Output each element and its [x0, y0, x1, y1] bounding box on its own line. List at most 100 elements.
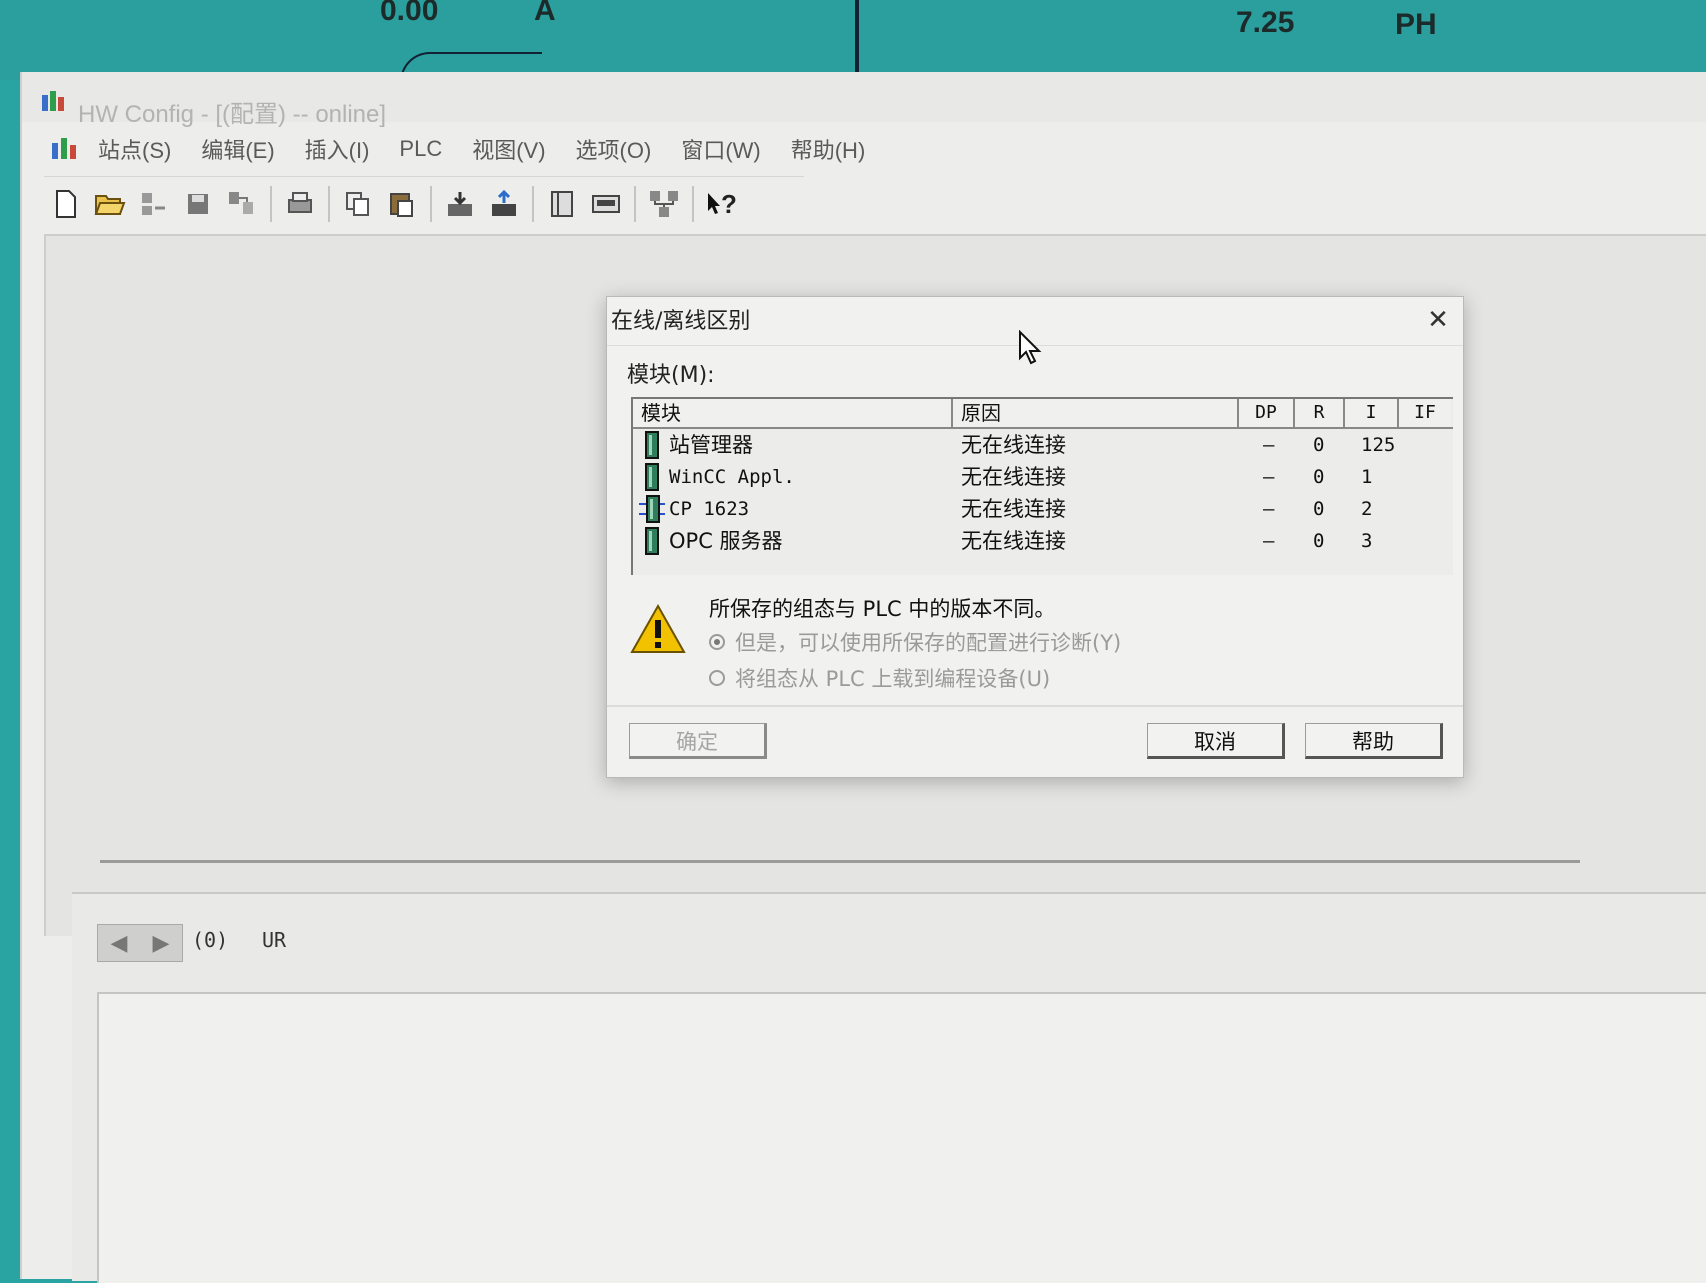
module-icon — [645, 463, 659, 491]
menu-edit[interactable]: 编辑(E) — [201, 133, 274, 165]
rack-name: UR — [262, 928, 287, 952]
save-icon[interactable] — [180, 186, 216, 222]
hmi-unit-ph: PH — [1395, 8, 1437, 41]
module-info-icon[interactable] — [588, 186, 624, 222]
cell-module: WinCC Appl. — [669, 466, 795, 488]
station-menu-icon[interactable] — [50, 135, 80, 163]
cell-i: 125 — [1361, 434, 1396, 456]
cell-r: 0 — [1313, 466, 1325, 488]
cell-module: CP 1623 — [669, 498, 750, 520]
module-icon — [645, 431, 659, 459]
network-card-icon — [639, 495, 665, 523]
online-offline-compare-dialog: 在线/离线区别 ✕ 模块(M): 模块 原因 DP R I IF 站管理器 无在… — [606, 296, 1464, 778]
cell-r: 0 — [1313, 498, 1325, 520]
toolbar-separator — [328, 186, 330, 222]
menu-options[interactable]: 选项(O) — [576, 133, 652, 165]
warning-icon — [630, 603, 686, 653]
cell-r: 0 — [1313, 530, 1325, 552]
radio-button-selected[interactable] — [709, 634, 725, 650]
catalog-icon[interactable] — [544, 186, 580, 222]
help-question-mark: ? — [721, 188, 737, 219]
mouse-pointer-icon — [1019, 330, 1042, 365]
cell-reason: 无在线连接 — [961, 497, 1066, 521]
new-icon[interactable] — [48, 186, 84, 222]
column-dp[interactable]: DP — [1239, 399, 1295, 427]
toolbar-separator — [634, 186, 636, 222]
cancel-button[interactable]: 取消 — [1147, 723, 1285, 759]
cell-reason: 无在线连接 — [961, 529, 1066, 553]
column-if[interactable]: IF — [1399, 399, 1451, 427]
menu-insert[interactable]: 插入(I) — [305, 133, 370, 165]
menu-plc[interactable]: PLC — [399, 136, 442, 162]
option-upload-label: 将组态从 PLC 上载到编程设备(U) — [735, 667, 1051, 691]
column-module[interactable]: 模块 — [633, 399, 953, 427]
network-icon[interactable] — [224, 186, 260, 222]
cell-module: OPC 服务器 — [669, 529, 783, 553]
close-icon[interactable]: ✕ — [1423, 305, 1453, 335]
menu-window[interactable]: 窗口(W) — [681, 133, 760, 165]
window-title: HW Config - [(配置) -- online] — [78, 101, 387, 128]
cell-dp: – — [1263, 466, 1275, 488]
toolbar-separator — [692, 186, 694, 222]
arrow-right-icon[interactable]: ▶ — [140, 925, 182, 961]
cell-reason: 无在线连接 — [961, 465, 1066, 489]
open-icon[interactable] — [92, 186, 128, 222]
save-compile-icon[interactable] — [136, 186, 172, 222]
option-diagnose-with-saved[interactable]: 但是，可以使用所保存的配置进行诊断(Y) — [709, 627, 1121, 657]
context-help-icon[interactable]: ? — [704, 186, 740, 222]
column-i[interactable]: I — [1345, 399, 1399, 427]
menu-view[interactable]: 视图(V) — [472, 133, 545, 165]
menu-bar: 站点(S) 编辑(E) 插入(I) PLC 视图(V) 选项(O) 窗口(W) … — [22, 127, 1706, 171]
cell-reason: 无在线连接 — [961, 433, 1066, 457]
module-icon — [645, 527, 659, 555]
table-row[interactable]: 站管理器 无在线连接 – 0 125 — [633, 429, 1453, 461]
arrow-left-icon[interactable]: ◀ — [98, 925, 140, 961]
hmi-divider — [855, 0, 859, 75]
download-icon[interactable] — [442, 186, 478, 222]
cell-r: 0 — [1313, 434, 1325, 456]
cell-i: 3 — [1361, 530, 1373, 552]
option-upload-from-plc[interactable]: 将组态从 PLC 上载到编程设备(U) — [709, 663, 1050, 693]
menu-station[interactable]: 站点(S) — [98, 133, 171, 165]
splitter-bar[interactable] — [100, 860, 1580, 863]
dialog-button-divider — [607, 705, 1463, 707]
toolbar: ? — [44, 176, 804, 231]
option-diagnose-label: 但是，可以使用所保存的配置进行诊断(Y) — [735, 631, 1122, 655]
rack-navigation: ◀ ▶ — [97, 924, 183, 962]
hmi-value-ph: 7.25 — [1236, 6, 1295, 39]
column-r[interactable]: R — [1295, 399, 1345, 427]
column-reason[interactable]: 原因 — [953, 399, 1239, 427]
print-icon[interactable] — [282, 186, 318, 222]
hmi-unit-a: A — [534, 0, 556, 27]
rack-number: (0) — [192, 928, 229, 952]
cell-dp: – — [1263, 498, 1275, 520]
toolbar-separator — [430, 186, 432, 222]
modules-grid[interactable]: 模块 原因 DP R I IF 站管理器 无在线连接 – 0 125 WinCC… — [631, 397, 1453, 575]
cell-dp: – — [1263, 434, 1275, 456]
toolbar-separator — [532, 186, 534, 222]
upload-icon[interactable] — [486, 186, 522, 222]
hmi-background — [0, 0, 1706, 80]
radio-button[interactable] — [709, 670, 725, 686]
cell-i: 1 — [1361, 466, 1373, 488]
cell-i: 2 — [1361, 498, 1373, 520]
paste-icon[interactable] — [384, 186, 420, 222]
hw-config-app-icon — [42, 91, 64, 111]
title-bar: HW Config - [(配置) -- online] — [22, 72, 1706, 128]
table-row[interactable]: WinCC Appl. 无在线连接 – 0 1 — [633, 461, 1453, 493]
toolbar-separator — [270, 186, 272, 222]
copy-icon[interactable] — [340, 186, 376, 222]
cell-dp: – — [1263, 530, 1275, 552]
grid-header: 模块 原因 DP R I IF — [633, 399, 1453, 429]
menu-help[interactable]: 帮助(H) — [791, 133, 866, 165]
rack-detail-table — [97, 992, 1706, 1283]
network-config-icon[interactable] — [646, 186, 682, 222]
modules-label: 模块(M): — [627, 363, 715, 388]
table-row[interactable]: OPC 服务器 无在线连接 – 0 3 — [633, 525, 1453, 557]
cell-module: 站管理器 — [669, 433, 753, 457]
help-button[interactable]: 帮助 — [1305, 723, 1443, 759]
table-row[interactable]: CP 1623 无在线连接 – 0 2 — [633, 493, 1453, 525]
warning-message: 所保存的组态与 PLC 中的版本不同。 — [709, 597, 1056, 621]
hmi-value-a: 0.00 — [380, 0, 439, 27]
ok-button[interactable]: 确定 — [629, 723, 767, 759]
